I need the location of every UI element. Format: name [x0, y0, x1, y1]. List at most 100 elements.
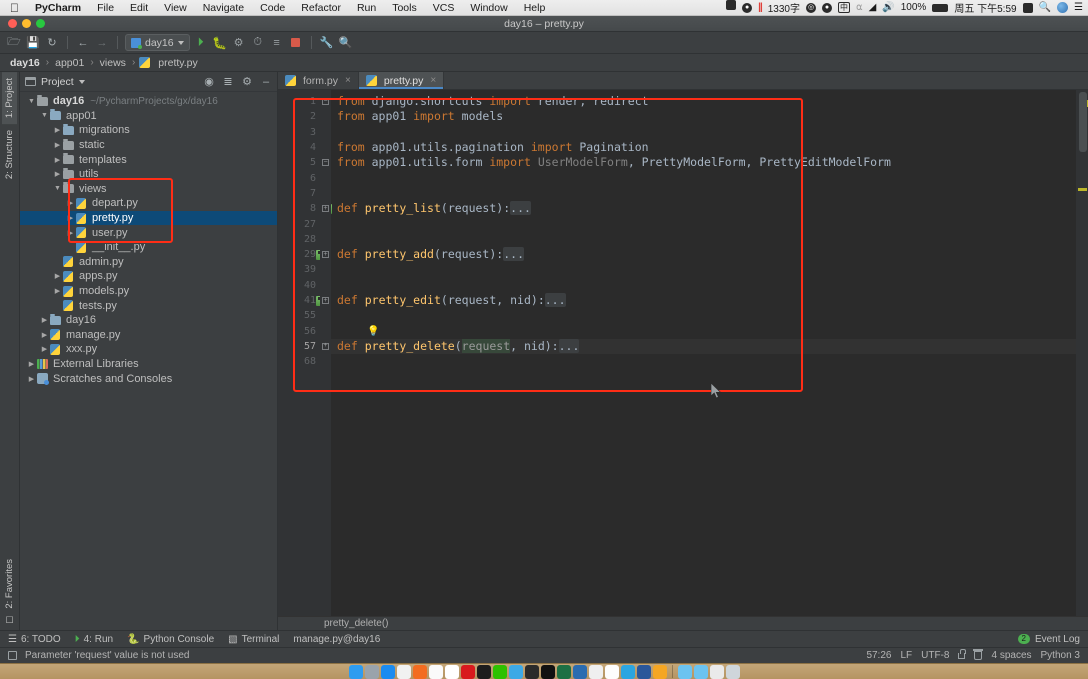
line-number[interactable]: 27 — [278, 216, 320, 231]
sidebar-item-structure[interactable]: 2: Structure — [2, 124, 17, 185]
line-number[interactable]: 56 — [278, 323, 320, 338]
iterm-icon[interactable] — [540, 664, 555, 679]
close-icon[interactable]: × — [345, 75, 351, 86]
menu-edit[interactable]: Edit — [122, 0, 156, 16]
save-all-icon[interactable]: 💾 — [25, 35, 41, 51]
read-only-lock-icon[interactable] — [958, 648, 967, 659]
menu-run[interactable]: Run — [349, 0, 384, 16]
trash-icon[interactable] — [725, 664, 740, 679]
calculator-icon[interactable] — [588, 664, 603, 679]
tree-item-day16[interactable]: day16 — [20, 313, 277, 328]
project-panel-header[interactable]: Project ◉ ≣ ⚙ – — [20, 72, 277, 92]
code-line[interactable]: from django.shortcuts import render, red… — [331, 94, 1076, 109]
input-method-icon[interactable]: ◎ — [806, 2, 816, 13]
menu-file[interactable]: File — [89, 0, 122, 16]
shield-icon[interactable]: ● — [742, 2, 753, 13]
menu-vcs[interactable]: VCS — [425, 0, 463, 16]
tree-item-apps-py[interactable]: apps.py — [20, 269, 277, 284]
navigation-breadcrumb-bar[interactable]: day16 › app01 › views › pretty.py — [0, 54, 1088, 72]
code-folding-gutter[interactable]: − − + + + + — [320, 90, 331, 616]
firefox-icon[interactable] — [412, 664, 427, 679]
chevron-right-icon[interactable] — [39, 331, 50, 339]
tree-item-views[interactable]: views — [20, 182, 277, 197]
collapse-all-icon[interactable]: ≣ — [222, 76, 234, 88]
sync-icon[interactable] — [1022, 2, 1033, 13]
tree-item-pretty-py[interactable]: pretty.py — [20, 210, 277, 226]
chevron-right-icon[interactable] — [39, 316, 50, 324]
chevron-right-icon[interactable] — [65, 229, 76, 237]
close-icon[interactable]: × — [430, 75, 436, 86]
editor-scrollbar-thumb[interactable] — [1079, 92, 1087, 152]
code-line[interactable]: def pretty_edit(request, nid):... — [331, 292, 1076, 308]
tree-item-depart-py[interactable]: depart.py — [20, 196, 277, 211]
code-line[interactable]: from app01.utils.form import UserModelFo… — [331, 155, 1076, 170]
chevron-down-icon[interactable] — [39, 112, 50, 119]
calendar-icon[interactable] — [444, 664, 459, 679]
fold-marker-cell[interactable]: − — [320, 94, 331, 109]
line-number[interactable]: 5 — [278, 155, 320, 170]
hide-panel-icon[interactable]: – — [260, 76, 272, 88]
hide-all-windows-icon[interactable]: ☐ — [5, 615, 13, 626]
sidebar-item-favorites[interactable]: 2: Favorites — [2, 553, 17, 615]
launchpad-icon[interactable] — [364, 664, 379, 679]
code-line[interactable] — [331, 262, 1076, 277]
tree-item-user-py[interactable]: user.py — [20, 225, 277, 240]
code-text-area[interactable]: from django.shortcuts import render, red… — [331, 90, 1076, 616]
mail-stack-icon[interactable] — [709, 664, 724, 679]
documents-folder-icon[interactable] — [693, 664, 708, 679]
fold-marker-cell[interactable]: + — [320, 247, 331, 262]
run-with-coverage-icon[interactable]: ⚙ — [231, 35, 247, 51]
search-everywhere-icon[interactable]: 🔍 — [338, 35, 354, 51]
wifi-icon[interactable]: ◢ — [869, 0, 877, 16]
word-count-status[interactable]: 1330字 — [768, 0, 800, 15]
menu-navigate[interactable]: Navigate — [195, 0, 252, 16]
spotlight-search-icon[interactable]: 🔍 — [1039, 0, 1051, 16]
menu-help[interactable]: Help — [516, 0, 554, 16]
tree-item--init-py[interactable]: __init__.py — [20, 240, 277, 255]
run-icon[interactable]: ⏵ — [193, 35, 209, 51]
chevron-right-icon[interactable] — [52, 272, 63, 280]
expand-fold-icon[interactable]: + — [322, 342, 329, 350]
indent-setting[interactable]: 4 spaces — [991, 650, 1031, 661]
tree-item-templates[interactable]: templates — [20, 152, 277, 167]
project-file-tree[interactable]: day16 ~/PycharmProjects/gx/day16 app01 migr… — [20, 92, 277, 630]
line-number[interactable]: 55 — [278, 308, 320, 323]
line-number-gutter[interactable]: 1 2 3 4 5 6 7 8 27 28 29 39 40 41 55 56 57 68 — [278, 90, 332, 616]
pause-icon[interactable]: || — [758, 0, 763, 16]
line-number[interactable]: 6 — [278, 170, 320, 185]
menu-tools[interactable]: Tools — [384, 0, 425, 16]
code-editor[interactable]: 1 2 3 4 5 6 7 8 27 28 29 39 40 41 55 56 57 68 − − + + + + from… — [278, 90, 1088, 616]
breadcrumb-day16[interactable]: day16 — [8, 57, 42, 69]
tree-item-external-libraries[interactable]: External Libraries — [20, 357, 277, 372]
chevron-right-icon[interactable] — [39, 345, 50, 353]
gear-icon[interactable]: ⚙ — [241, 76, 253, 88]
battery-percent[interactable]: 100% — [901, 2, 927, 13]
editor-structure-breadcrumb[interactable]: pretty_delete() — [278, 616, 1088, 630]
breadcrumb-pretty-py[interactable]: pretty.py — [156, 57, 200, 69]
chevron-down-icon[interactable] — [52, 185, 63, 192]
profile-icon[interactable]: ⏱ — [250, 35, 266, 51]
bottom-tool-window-bar[interactable]: ☰ 6: TODO ⏵ 4: Run 🐍 Python Console ▧ Te… — [0, 630, 1088, 647]
tree-item-scratches-and-consoles[interactable]: Scratches and Consoles — [20, 371, 277, 386]
chevron-right-icon[interactable] — [65, 199, 76, 207]
back-arrow-icon[interactable]: ← — [75, 35, 91, 51]
expand-fold-icon[interactable]: + — [322, 251, 329, 259]
chevron-right-icon[interactable] — [52, 141, 63, 149]
tool-window-terminal[interactable]: ▧ Terminal — [228, 634, 279, 645]
downloads-folder-icon[interactable] — [677, 664, 692, 679]
menu-app-name[interactable]: PyCharm — [27, 0, 89, 16]
code-line[interactable] — [331, 308, 1076, 323]
chinese-ime-icon[interactable]: 中 — [838, 2, 850, 13]
intention-bulb-icon[interactable]: 💡 — [367, 326, 379, 337]
code-line[interactable]: def pretty_delete(request, nid):... — [331, 338, 1076, 355]
code-line[interactable]: from app01.utils.pagination import Pagin… — [331, 140, 1076, 155]
tree-item-manage-py[interactable]: manage.py — [20, 328, 277, 343]
telegram-icon[interactable] — [620, 664, 635, 679]
fold-marker-cell[interactable]: + — [320, 201, 331, 216]
line-number[interactable]: 4 — [278, 140, 320, 155]
open-folder-icon[interactable]: 🗁 — [6, 35, 22, 51]
collapse-fold-icon[interactable]: − — [322, 98, 329, 106]
chevron-right-icon[interactable] — [26, 360, 37, 368]
tree-item-tests-py[interactable]: tests.py — [20, 298, 277, 313]
code-line[interactable]: def pretty_add(request):... — [331, 246, 1076, 262]
